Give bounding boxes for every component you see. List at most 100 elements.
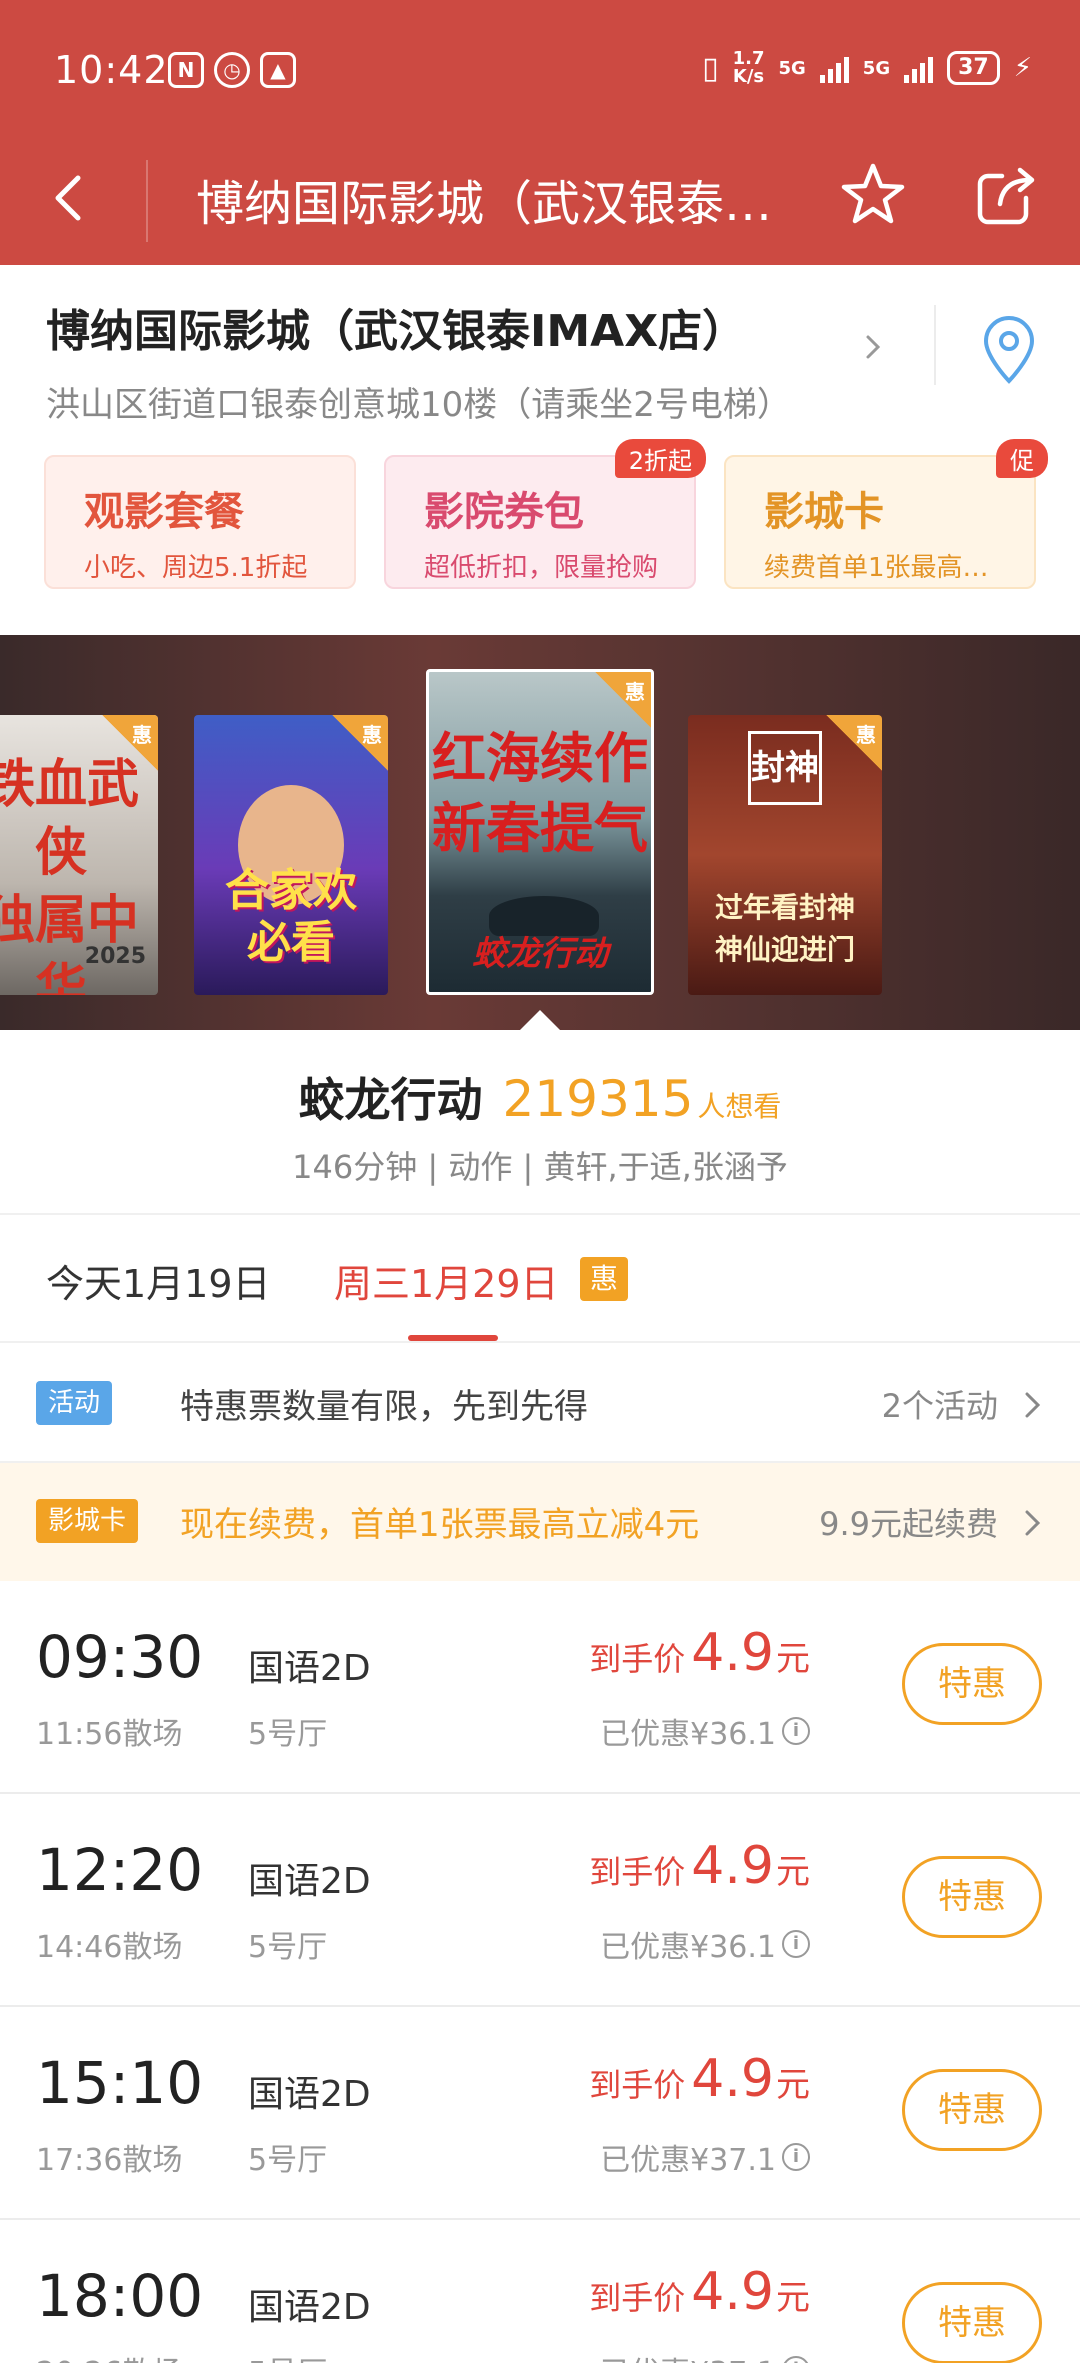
share-icon[interactable] xyxy=(974,162,1040,228)
activity-text: 特惠票数量有限，先到先得 xyxy=(180,1387,588,1427)
status-bar: 10:42 N ◷ ▲ ▯ 1.7 K/s 5G 5G 37 ⚡ xyxy=(0,0,1080,140)
movie-title[interactable]: 蛟龙行动 xyxy=(299,1064,483,1130)
discount-tag-label: 惠 xyxy=(625,680,645,704)
special-price-button[interactable]: 特惠 xyxy=(902,1856,1042,1938)
cinema-name[interactable]: 博纳国际影城（武汉银泰IMAX店） xyxy=(46,295,746,359)
nav-bar: 博纳国际影城（武汉银泰IMAX店） xyxy=(0,140,1080,265)
showtime-row[interactable]: 15:10 17:36散场 国语2D 5号厅 到手价 4.9 元 已优惠¥37.… xyxy=(0,2007,1080,2220)
date-tabs: 今天1月19日 周三1月29日 惠 xyxy=(0,1215,1080,1343)
activity-tag: 活动 xyxy=(36,1381,113,1425)
discount-info: 已优惠¥37.1 i xyxy=(600,2135,810,2179)
discount-tag: 惠 xyxy=(826,715,882,771)
poster-year: 2025 xyxy=(84,944,146,969)
want-label: 人想看 xyxy=(697,1090,782,1123)
price-value: 4.9 xyxy=(691,2262,774,2322)
cinema-info: 博纳国际影城（武汉银泰IMAX店） 洪山区街道口银泰创意城10楼（请乘坐2号电梯… xyxy=(0,265,1080,635)
info-icon[interactable]: i xyxy=(782,2143,810,2171)
movie-meta: 146分钟 | 动作 | 黄轩,于适,张涵予 xyxy=(292,1148,788,1186)
coupon-pack-card[interactable]: 影院券包 超低折扣，限量抢购 2折起 xyxy=(384,439,706,589)
price: 到手价 4.9 元 xyxy=(589,1623,810,1683)
poster-brand: 封神 xyxy=(748,731,822,805)
movie-poster[interactable]: 封神 过年看封神 神仙迎进门 惠 xyxy=(688,715,882,995)
language-format: 国语2D xyxy=(248,1861,371,1902)
top-bar: 10:42 N ◷ ▲ ▯ 1.7 K/s 5G 5G 37 ⚡ 博纳国际影城（… xyxy=(0,0,1080,265)
snack-combo-card[interactable]: 观影套餐 小吃、周边5.1折起 xyxy=(44,455,356,589)
poster-line: 神仙迎进门 xyxy=(714,933,855,966)
discount-tag-label: 惠 xyxy=(856,723,876,747)
price-unit: 元 xyxy=(776,1852,810,1892)
language-format: 国语2D xyxy=(248,2074,371,2115)
showtime-row[interactable]: 09:30 11:56散场 国语2D 5号厅 到手价 4.9 元 已优惠¥36.… xyxy=(0,1581,1080,1794)
price-label: 到手价 xyxy=(589,2066,686,2104)
promo-badge: 促 xyxy=(996,439,1048,478)
poster-text: 过年看封神 神仙迎进门 xyxy=(688,887,882,971)
card-subtitle: 续费首单1张最高立减 xyxy=(764,553,1014,583)
discount-tag-label: 惠 xyxy=(362,723,382,747)
special-price-button[interactable]: 特惠 xyxy=(902,1643,1042,1725)
poster-line: 铁血武侠 xyxy=(0,755,139,883)
poster-line: 独属中华 xyxy=(0,891,139,995)
end-time: 20:26散场 xyxy=(36,2348,182,2363)
special-price-button[interactable]: 特惠 xyxy=(902,2282,1042,2363)
discount-text: 已优惠¥36.1 xyxy=(600,1717,776,1752)
favorite-star-icon[interactable] xyxy=(838,160,908,230)
movie-poster-selected[interactable]: 红海续作 新春提气 蛟龙行动 惠 xyxy=(426,669,654,995)
hall: 5号厅 xyxy=(248,1930,328,1965)
price-unit: 元 xyxy=(776,2278,810,2318)
status-right: ▯ 1.7 K/s 5G 5G 37 ⚡ xyxy=(702,50,1032,86)
discount-text: 已优惠¥37.1 xyxy=(600,2143,776,2178)
price: 到手价 4.9 元 xyxy=(589,2262,810,2322)
status-time: 10:42 xyxy=(54,48,169,92)
price-label: 到手价 xyxy=(589,2279,686,2317)
cinema-card-card[interactable]: 影城卡 续费首单1张最高立减 促 xyxy=(724,439,1048,589)
card-title: 影院券包 xyxy=(424,489,584,535)
price-label: 到手价 xyxy=(589,1640,686,1678)
movie-info: 蛟龙行动 219315 人想看 146分钟 | 动作 | 黄轩,于适,张涵予 xyxy=(0,1030,1080,1215)
poster-logo: 蛟龙行动 xyxy=(472,934,608,974)
info-icon[interactable]: i xyxy=(782,1717,810,1745)
language-format: 国语2D xyxy=(248,2287,371,2328)
language-format: 国语2D xyxy=(248,1648,371,1689)
status-notification-icons: N ◷ ▲ xyxy=(168,52,296,88)
movie-poster[interactable]: 合家欢 必看 惠 xyxy=(194,715,388,995)
end-time: 14:46散场 xyxy=(36,1930,183,1965)
card-title: 影城卡 xyxy=(764,489,884,535)
service-cards: 观影套餐 小吃、周边5.1折起 影院券包 超低折扣，限量抢购 2折起 影城卡 续… xyxy=(44,439,1048,589)
map-pin-icon[interactable] xyxy=(978,315,1040,385)
card-subtitle: 超低折扣，限量抢购 xyxy=(424,553,659,583)
cinema-address[interactable]: 洪山区街道口银泰创意城10楼（请乘坐2号电梯） xyxy=(46,377,806,426)
movie-poster[interactable]: 铁血武侠 独属中华 2025 惠 xyxy=(0,715,158,995)
movie-title-line: 蛟龙行动 219315 人想看 xyxy=(0,1064,1080,1130)
discount-tag: 惠 xyxy=(595,672,651,728)
active-tab-indicator xyxy=(408,1335,498,1341)
info-icon[interactable]: i xyxy=(782,1930,810,1958)
discount-info: 已优惠¥36.1 i xyxy=(600,1922,810,1966)
card-title: 观影套餐 xyxy=(84,489,244,535)
net-speed-unit: K/s xyxy=(732,66,765,87)
chevron-right-icon xyxy=(1025,1392,1041,1418)
chevron-right-icon xyxy=(1025,1510,1041,1536)
tab-today[interactable]: 今天1月19日 xyxy=(46,1253,271,1308)
poster-text: 红海续作 新春提气 xyxy=(429,724,651,864)
back-arrow-icon[interactable] xyxy=(40,168,100,228)
tab-jan29[interactable]: 周三1月29日 xyxy=(334,1253,559,1308)
chevron-right-icon[interactable] xyxy=(858,327,888,367)
net-speed: 1.7 K/s xyxy=(733,50,765,86)
hall: 5号厅 xyxy=(248,2348,327,2363)
special-price-button[interactable]: 特惠 xyxy=(902,2069,1042,2151)
net1-label: 5G xyxy=(778,57,806,79)
start-time: 12:20 xyxy=(36,1836,204,1904)
poster-line: 红海续作 xyxy=(432,727,648,790)
cinema-card-tag: 影城卡 xyxy=(36,1499,139,1543)
activity-row[interactable]: 活动 特惠票数量有限，先到先得 2个活动 xyxy=(0,1345,1080,1463)
charging-icon: ⚡ xyxy=(1013,53,1032,83)
cinema-card-text: 现在续费，首单1张票最高立减4元 xyxy=(180,1505,700,1545)
showtime-row[interactable]: 12:20 14:46散场 国语2D 5号厅 到手价 4.9 元 已优惠¥36.… xyxy=(0,1794,1080,2007)
discount-info: 已优惠¥37.1 i xyxy=(600,2348,810,2363)
info-icon[interactable]: i xyxy=(782,2356,810,2363)
poster-carousel[interactable]: 铁血武侠 独属中华 2025 惠 合家欢 必看 惠 红海续作 新春提气 蛟龙行动… xyxy=(0,635,1080,1030)
price-unit: 元 xyxy=(776,2065,810,2105)
showtime-row[interactable]: 18:00 20:26散场 国语2D 5号厅 到手价 4.9 元 已优惠¥37.… xyxy=(0,2220,1080,2363)
end-time: 11:56散场 xyxy=(36,1717,183,1752)
cinema-card-promo-row[interactable]: 影城卡 现在续费，首单1张票最高立减4元 9.9元起续费 xyxy=(0,1463,1080,1581)
